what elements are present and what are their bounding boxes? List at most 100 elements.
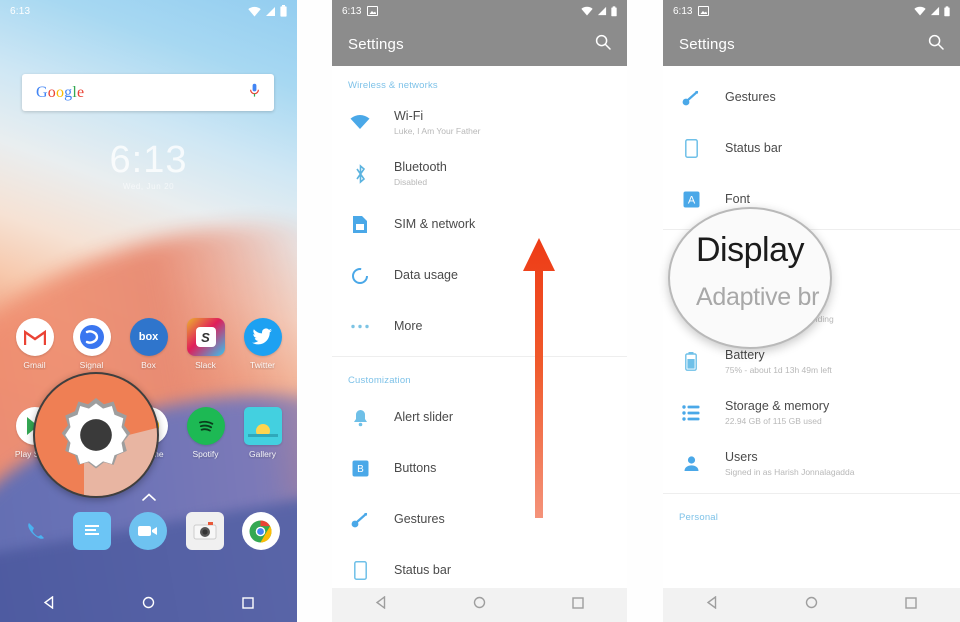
settings-row-text: Status bar — [725, 141, 782, 156]
notes-icon[interactable] — [73, 512, 112, 550]
settings-row-bluetooth[interactable]: Bluetooth Disabled — [332, 148, 627, 199]
settings-row-text: Buttons — [394, 461, 436, 476]
settings-row-status-bar[interactable]: Status bar — [663, 123, 960, 174]
settings-row-gestures[interactable]: Gestures — [663, 72, 960, 123]
google-logo: Google — [36, 83, 85, 101]
status-bar-clock: 6:13 — [673, 5, 693, 17]
settings-row-title: Data usage — [394, 268, 458, 282]
chrome-icon[interactable] — [241, 512, 280, 550]
settings-row-subtitle: 22.94 GB of 115 GB used — [725, 415, 822, 426]
magnifier-subtitle: Adaptive br — [696, 283, 820, 311]
settings-row-title: Font — [725, 192, 751, 206]
settings-row-text: More — [394, 319, 422, 334]
status-bar-clock: 6:13 — [10, 5, 31, 17]
settings-row-text: Storage & memory 22.94 GB of 115 GB used — [725, 399, 829, 427]
settings-row-subtitle: Disabled — [394, 176, 428, 187]
app-drawer-chevron-up-icon[interactable] — [0, 492, 297, 504]
app-item-spotify[interactable]: Spotify — [180, 407, 232, 459]
recents-icon[interactable] — [905, 596, 917, 614]
phone-icon[interactable] — [17, 512, 55, 550]
back-icon[interactable] — [375, 595, 388, 614]
wifi-icon — [248, 6, 261, 16]
video-icon[interactable] — [129, 512, 168, 550]
settings-row-sim-network[interactable]: SIM & network — [332, 199, 627, 250]
back-icon[interactable] — [706, 595, 719, 614]
clock-widget[interactable]: 6:13 Wed, Jun 20 — [0, 140, 297, 191]
settings-row-data-usage[interactable]: Data usage — [332, 250, 627, 301]
gallery-icon — [243, 407, 282, 445]
screenshot-icon — [367, 6, 379, 16]
settings-row-title: Bluetooth — [394, 159, 447, 174]
storage-icon — [679, 401, 703, 425]
status-bar-clock: 6:13 — [342, 5, 362, 17]
settings-list-top[interactable]: Wireless & networks Wi-Fi Luke, I Am You… — [332, 66, 627, 596]
app-item-gmail[interactable]: Gmail — [9, 318, 61, 370]
settings-row-buttons[interactable]: B Buttons — [332, 443, 627, 494]
slack-icon: S — [186, 318, 225, 356]
app-label: Box — [141, 360, 156, 370]
settings-row-text: Bluetooth Disabled — [394, 160, 447, 188]
section-header-personal: Personal — [679, 512, 719, 523]
back-icon[interactable] — [43, 595, 56, 614]
settings-row-title: Users — [725, 449, 758, 464]
buttons-icon: B — [348, 457, 372, 481]
svg-text:B: B — [357, 464, 364, 475]
sim-card-icon — [348, 213, 372, 237]
settings-row-title: Wi-Fi — [394, 108, 424, 123]
settings-row-text: Wi-Fi Luke, I Am Your Father — [394, 109, 480, 137]
app-label: Spotify — [192, 449, 219, 459]
status-bar-icons — [914, 5, 950, 17]
app-item-slack[interactable]: S Slack — [180, 318, 232, 370]
settings-row-more[interactable]: More — [332, 301, 627, 352]
svg-text:A: A — [687, 195, 695, 207]
settings-row-wifi[interactable]: Wi-Fi Luke, I Am Your Father — [332, 97, 627, 148]
app-item-box[interactable]: box Box — [123, 318, 175, 370]
magnifier-title: Display — [696, 231, 804, 269]
recents-icon[interactable] — [572, 596, 584, 614]
phone-panel-settings-top: 6:13 Settings Wireless & networks Wi-Fi … — [332, 0, 627, 622]
list-divider — [332, 356, 627, 357]
page-title: Settings — [679, 35, 735, 53]
settings-row-text: Gestures — [394, 512, 445, 527]
gestures-icon — [348, 508, 372, 532]
settings-row-title: Alert slider — [394, 410, 454, 424]
home-icon[interactable] — [805, 596, 818, 614]
settings-row-storage-memory[interactable]: Storage & memory 22.94 GB of 115 GB used — [663, 387, 960, 438]
settings-row-alert-slider[interactable]: Alert slider — [332, 392, 627, 443]
settings-app-bar: Settings — [332, 22, 627, 66]
settings-gear-magnifier[interactable] — [33, 372, 159, 498]
search-icon[interactable] — [595, 34, 611, 55]
data-usage-icon — [348, 264, 372, 288]
status-bar-icons — [581, 5, 617, 17]
clock-widget-date: Wed, Jun 20 — [122, 182, 175, 191]
bell-icon — [348, 406, 372, 430]
bluetooth-icon — [348, 162, 372, 186]
settings-row-title: Gestures — [394, 512, 445, 526]
camera-icon[interactable] — [185, 512, 224, 550]
settings-row-title: More — [394, 319, 423, 333]
settings-row-text: Alert slider — [394, 410, 453, 425]
person-icon — [679, 452, 703, 476]
settings-row-battery[interactable]: Battery 75% - about 1d 13h 49m left — [663, 336, 960, 387]
dock — [0, 512, 297, 550]
twitter-icon — [243, 318, 282, 356]
box-icon: box — [129, 318, 168, 356]
display-row-magnifier[interactable]: Display Adaptive br — [668, 207, 832, 349]
microphone-icon[interactable] — [249, 83, 260, 103]
navigation-bar-settings-top — [332, 588, 627, 622]
app-item-twitter[interactable]: Twitter — [237, 318, 289, 370]
home-icon[interactable] — [473, 596, 486, 614]
settings-row-gestures[interactable]: Gestures — [332, 494, 627, 545]
gestures-icon — [679, 86, 703, 110]
app-label: Gmail — [23, 360, 46, 370]
search-icon[interactable] — [928, 34, 944, 55]
recents-icon[interactable] — [242, 596, 254, 614]
status-bar-icon — [348, 559, 372, 583]
google-search-bar[interactable]: Google — [22, 74, 274, 111]
wifi-icon — [581, 6, 593, 16]
app-item-gallery[interactable]: Gallery — [237, 407, 289, 459]
settings-row-users[interactable]: Users Signed in as Harish Jonnalagadda — [663, 438, 960, 489]
home-icon[interactable] — [142, 596, 155, 614]
settings-row-title: Gestures — [725, 90, 776, 104]
app-item-signal[interactable]: Signal — [66, 318, 118, 370]
